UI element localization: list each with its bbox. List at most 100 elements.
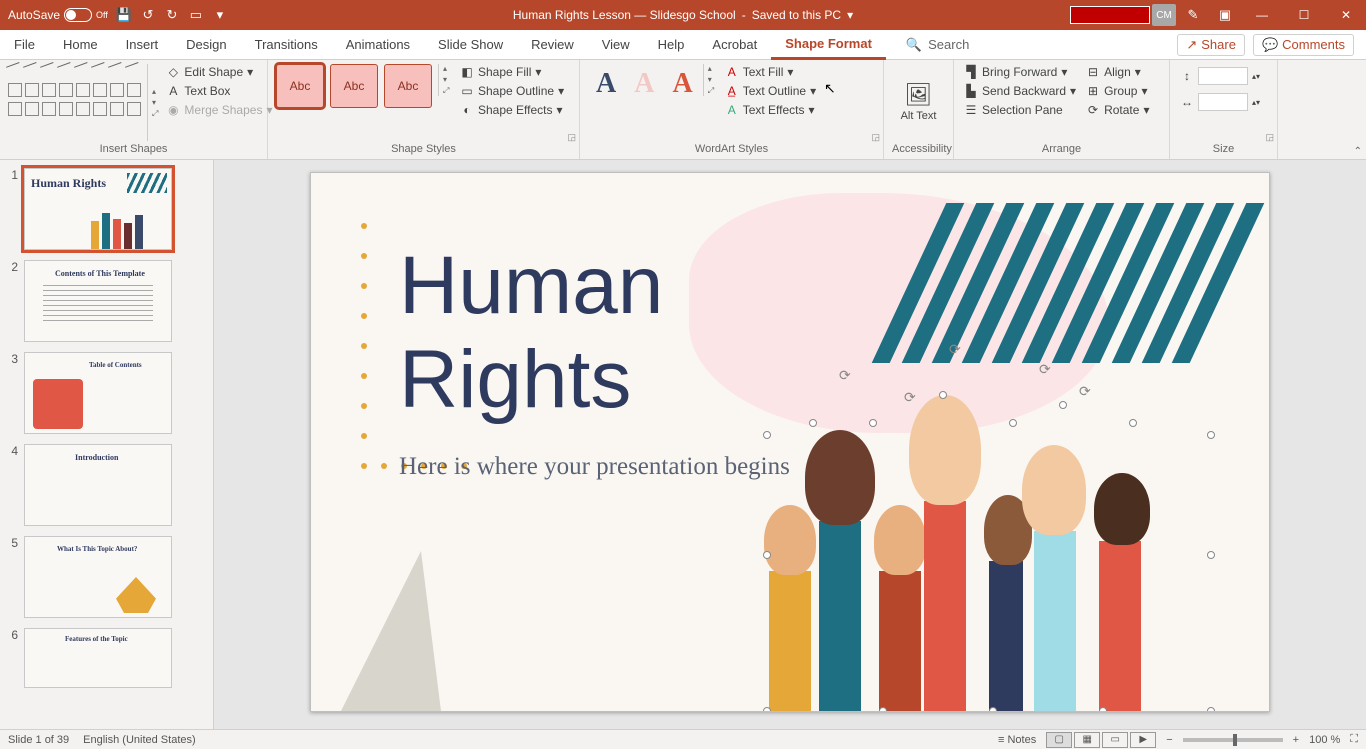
slide-stage[interactable]: HumanRights Here is where your presentat…	[214, 160, 1366, 729]
shape-style-preset-1[interactable]: Abc	[276, 64, 324, 108]
fit-to-window-button[interactable]: ⛶	[1350, 733, 1358, 746]
wordart-gallery-more[interactable]: ▴▾⤢	[703, 64, 717, 96]
search-placeholder: Search	[928, 37, 969, 52]
text-box-button[interactable]: AText Box	[164, 83, 274, 99]
shape-style-preset-2[interactable]: Abc	[330, 64, 378, 108]
slide-canvas[interactable]: HumanRights Here is where your presentat…	[310, 172, 1270, 712]
edit-shape-icon: ◇	[166, 65, 180, 79]
hands-group-selected[interactable]: ⟳⟳⟳⟳⟳	[769, 371, 1209, 711]
slide-counter[interactable]: Slide 1 of 39	[8, 734, 69, 746]
shape-style-preset-3[interactable]: Abc	[384, 64, 432, 108]
shapes-gallery[interactable]	[8, 64, 141, 141]
group-button[interactable]: ⊞Group ▾	[1084, 83, 1151, 99]
comments-button[interactable]: 💬 Comments	[1253, 34, 1354, 56]
tab-home[interactable]: Home	[49, 30, 112, 60]
group-label-insert-shapes: Insert Shapes	[8, 141, 259, 157]
tab-animations[interactable]: Animations	[332, 30, 424, 60]
thumbnail-2[interactable]: Contents of This Template	[24, 260, 172, 342]
tab-transitions[interactable]: Transitions	[241, 30, 332, 60]
width-input[interactable]: ↔▴▾	[1178, 92, 1262, 112]
tab-help[interactable]: Help	[644, 30, 699, 60]
send-backward-button[interactable]: ▙Send Backward ▾	[962, 83, 1078, 99]
align-icon: ⊟	[1086, 65, 1100, 79]
text-outline-button[interactable]: A̲Text Outline ▾	[723, 83, 818, 99]
shapes-gallery-more[interactable]: ▴▾⤢	[147, 64, 158, 141]
thumbnail-6[interactable]: Features of the Topic	[24, 628, 172, 688]
reading-view-button[interactable]: ▭	[1102, 732, 1128, 748]
selection-pane-button[interactable]: ☰Selection Pane	[962, 102, 1078, 118]
text-outline-icon: A̲	[725, 84, 739, 98]
shape-effects-icon: ◐	[460, 103, 474, 117]
text-effects-button[interactable]: AText Effects ▾	[723, 102, 818, 118]
title-bar: AutoSave Off 💾 ↺ ↻ ▭ ▾ Human Rights Less…	[0, 0, 1366, 30]
tab-shape-format[interactable]: Shape Format	[771, 30, 886, 60]
notes-button[interactable]: ≡ Notes	[998, 734, 1036, 746]
share-button[interactable]: ↗ Share	[1177, 34, 1245, 56]
thumbnail-3[interactable]: Table of Contents	[24, 352, 172, 434]
tab-acrobat[interactable]: Acrobat	[698, 30, 771, 60]
grey-triangle	[341, 551, 441, 711]
tab-file[interactable]: File	[0, 30, 49, 60]
bring-forward-button[interactable]: ▜Bring Forward ▾	[962, 64, 1078, 80]
text-fill-button[interactable]: AText Fill ▾	[723, 64, 818, 80]
align-button[interactable]: ⊟Align ▾	[1084, 64, 1151, 80]
redo-icon[interactable]: ↻	[164, 7, 180, 23]
alt-text-button[interactable]: 🖼 Alt Text	[899, 64, 939, 141]
zoom-out-button[interactable]: −	[1166, 734, 1172, 746]
zoom-in-button[interactable]: +	[1293, 734, 1299, 746]
coming-soon-icon[interactable]: ✎	[1178, 7, 1208, 23]
minimize-button[interactable]: ―	[1242, 0, 1282, 30]
user-account-box[interactable]	[1070, 6, 1150, 24]
shape-styles-more[interactable]: ▴▾⤢	[438, 64, 452, 96]
tab-insert[interactable]: Insert	[112, 30, 173, 60]
normal-view-button[interactable]: ▢	[1046, 732, 1072, 748]
slide-thumbnails-panel[interactable]: 1 Human Rights 2 Contents of This Templa…	[0, 160, 214, 729]
present-from-start-icon[interactable]: ▭	[188, 7, 204, 23]
wordart-preset-2[interactable]: A	[626, 64, 662, 104]
slide-subtitle[interactable]: Here is where your presentation begins	[399, 453, 790, 481]
edit-shape-button[interactable]: ◇Edit Shape ▾	[164, 64, 274, 80]
tab-design[interactable]: Design	[172, 30, 240, 60]
tab-view[interactable]: View	[588, 30, 644, 60]
autosave-state: Off	[96, 10, 108, 20]
slide-title[interactable]: HumanRights	[399, 239, 663, 428]
thumbnail-1[interactable]: Human Rights	[24, 168, 172, 250]
shape-effects-button[interactable]: ◐Shape Effects ▾	[458, 102, 566, 118]
merge-shapes-button[interactable]: ◉Merge Shapes ▾	[164, 102, 274, 118]
sorter-view-button[interactable]: ▦	[1074, 732, 1100, 748]
qat-more-icon[interactable]: ▾	[212, 7, 228, 23]
rotate-button[interactable]: ⟳Rotate ▾	[1084, 102, 1151, 118]
thumbnail-4[interactable]: Introduction	[24, 444, 172, 526]
ribbon-display-icon[interactable]: ▣	[1210, 7, 1240, 23]
wordart-preset-3[interactable]: A	[664, 64, 700, 104]
height-input[interactable]: ↕▴▾	[1178, 66, 1262, 86]
shape-fill-button[interactable]: ◧Shape Fill ▾	[458, 64, 566, 80]
group-label-wordart: WordArt Styles	[588, 141, 875, 157]
close-button[interactable]: ✕	[1326, 0, 1366, 30]
wordart-preset-1[interactable]: A	[588, 64, 624, 104]
maximize-button[interactable]: ☐	[1284, 0, 1324, 30]
collapse-ribbon-icon[interactable]: ⌃	[1354, 146, 1362, 157]
group-arrange: ▜Bring Forward ▾ ▙Send Backward ▾ ☰Selec…	[954, 60, 1170, 159]
size-dialog-launcher[interactable]: ◲	[1265, 132, 1274, 143]
wordart-dialog-launcher[interactable]: ◲	[871, 132, 880, 143]
language-status[interactable]: English (United States)	[83, 734, 196, 746]
send-backward-icon: ▙	[964, 84, 978, 98]
thumbnail-5[interactable]: What Is This Topic About?	[24, 536, 172, 618]
undo-icon[interactable]: ↺	[140, 7, 156, 23]
search-box[interactable]: 🔍 Search	[906, 37, 969, 53]
title-dropdown-icon[interactable]: ▾	[847, 8, 853, 22]
shape-styles-dialog-launcher[interactable]: ◲	[567, 132, 576, 143]
status-bar: Slide 1 of 39 English (United States) ≡ …	[0, 729, 1366, 749]
slideshow-view-button[interactable]: ▶	[1130, 732, 1156, 748]
tab-review[interactable]: Review	[517, 30, 588, 60]
autosave-switch-off[interactable]	[64, 8, 92, 22]
save-icon[interactable]: 💾	[116, 7, 132, 23]
autosave-toggle[interactable]: AutoSave Off	[8, 8, 108, 22]
selection-pane-icon: ☰	[964, 103, 978, 117]
tab-slideshow[interactable]: Slide Show	[424, 30, 517, 60]
user-initials[interactable]: CM	[1152, 4, 1176, 26]
zoom-level[interactable]: 100 %	[1309, 734, 1340, 746]
shape-outline-button[interactable]: ▭Shape Outline ▾	[458, 83, 566, 99]
zoom-slider[interactable]	[1183, 738, 1283, 742]
